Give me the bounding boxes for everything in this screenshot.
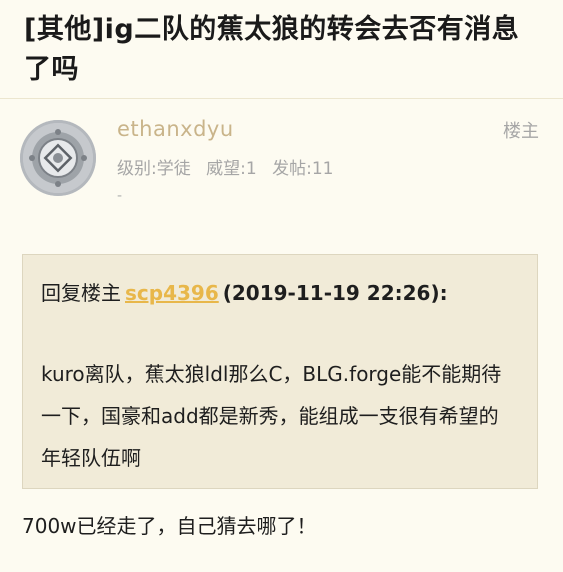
level-stat: 级别:学徒	[117, 159, 191, 179]
quote-prefix: 回复楼主	[41, 281, 121, 305]
posts-label: 发帖:	[272, 159, 312, 179]
author-signature: -	[117, 188, 123, 204]
prestige-stat: 威望:1	[206, 159, 257, 179]
prestige-value: 1	[245, 159, 257, 179]
title-divider	[0, 98, 563, 99]
author-stats: 级别:学徒 威望:1 发帖:11	[117, 154, 343, 179]
level-value: 学徒	[156, 159, 191, 179]
avatar[interactable]	[20, 120, 96, 196]
posts-stat: 发帖:11	[272, 159, 333, 179]
quote-body: kuro离队，蕉太狼ldl那么C，BLG.forge能不能期待一下，国豪和add…	[41, 362, 502, 470]
reply-body: 700w已经走了，自己猜去哪了！	[22, 514, 317, 538]
quote-timestamp: (2019-11-19 22:26):	[222, 281, 448, 305]
thread-title: [其他]ig二队的蕉太狼的转会去否有消息了吗	[24, 14, 520, 85]
quote-block: 回复楼主 scp4396 (2019-11-19 22:26): kuro离队，蕉太…	[22, 254, 538, 489]
prestige-label: 威望:	[206, 159, 246, 179]
posts-value: 11	[311, 159, 334, 179]
forum-post-page: [其他]ig二队的蕉太狼的转会去否有消息了吗 ethanxdyu 楼主 级别:学…	[0, 0, 563, 572]
quoted-user-link[interactable]: scp4396	[125, 281, 219, 305]
author-username[interactable]: ethanxdyu	[117, 117, 234, 141]
level-label: 级别:	[117, 159, 157, 179]
op-badge: 楼主	[503, 121, 539, 142]
quote-header: 回复楼主 scp4396 (2019-11-19 22:26):	[41, 277, 448, 306]
diving-helmet-icon	[23, 123, 93, 193]
